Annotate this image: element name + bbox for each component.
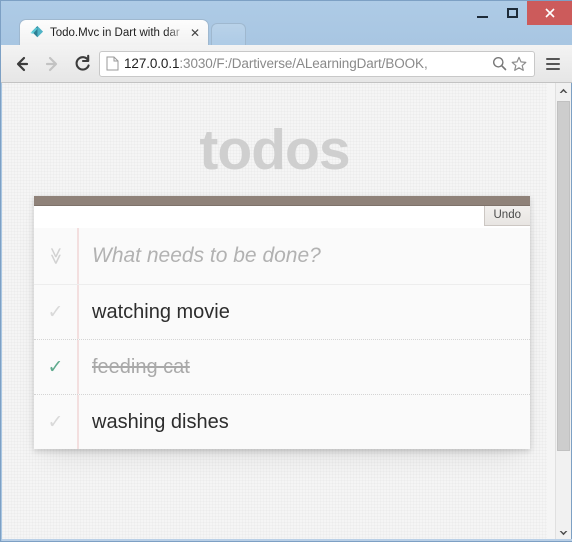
left-rule (77, 228, 79, 284)
browser-menu-button[interactable] (539, 50, 567, 78)
maximize-icon (506, 8, 518, 18)
accent-top-bar (34, 196, 530, 206)
tab-close-icon[interactable]: ✕ (188, 26, 202, 40)
left-rule (77, 285, 79, 339)
todo-checkbox-icon[interactable]: ✓ (34, 285, 77, 339)
back-button[interactable] (7, 49, 37, 79)
toggle-all-icon[interactable]: ≫ (28, 235, 84, 278)
todo-list: ✓ watching movie ✓ feeding cat ✓ washing… (34, 285, 530, 449)
page-scrollbar[interactable] (555, 83, 571, 541)
dart-favicon-icon (30, 25, 44, 38)
url-path: :3030/F:/Dartiverse/ALearningDart/BOOK, (179, 56, 428, 71)
hamburger-line (546, 57, 560, 60)
page-viewport: todos Undo ≫ What needs to be done? ✓ wa… (2, 83, 557, 541)
search-icon[interactable] (489, 54, 509, 74)
todo-label[interactable]: feeding cat (92, 340, 518, 394)
hamburger-line (546, 62, 560, 65)
table-row[interactable]: ✓ watching movie (34, 285, 530, 340)
tab-title: Todo.Mvc in Dart with dar (50, 26, 180, 39)
magnifier-icon (492, 57, 506, 71)
star-icon (511, 56, 527, 71)
page-title: todos (199, 118, 350, 182)
browser-window: Todo.Mvc in Dart with dar ✕ 127.0.0.1:30… (0, 0, 572, 542)
reload-button[interactable] (67, 49, 97, 79)
browser-tab[interactable]: Todo.Mvc in Dart with dar ✕ (19, 19, 209, 45)
caret-down-icon (559, 531, 568, 536)
left-rule (77, 395, 79, 449)
minimize-icon (476, 15, 488, 18)
todo-checkbox-icon[interactable]: ✓ (34, 395, 77, 449)
table-row[interactable]: ✓ washing dishes (34, 395, 530, 449)
new-tab-button[interactable] (211, 23, 246, 45)
scrollbar-thumb[interactable] (557, 101, 570, 451)
caret-up-icon (559, 88, 568, 93)
title-bar: Todo.Mvc in Dart with dar ✕ (1, 1, 572, 45)
todo-label[interactable]: washing dishes (92, 395, 518, 449)
browser-toolbar: 127.0.0.1:3030/F:/Dartiverse/ALearningDa… (1, 45, 572, 83)
page-document-icon (106, 56, 119, 71)
url-host: 127.0.0.1 (124, 56, 180, 71)
left-rule (77, 340, 79, 394)
window-bottom-edge (2, 539, 572, 541)
page-background: todos Undo ≫ What needs to be done? ✓ wa… (2, 83, 547, 541)
todo-checkbox-icon[interactable]: ✓ (34, 340, 77, 394)
bookmark-star-button[interactable] (509, 54, 529, 74)
back-arrow-icon (16, 56, 29, 71)
scroll-up-arrow-icon[interactable] (556, 83, 571, 99)
table-row[interactable]: ✓ feeding cat (34, 340, 530, 395)
new-todo-input[interactable]: What needs to be done? (92, 228, 520, 284)
todo-label[interactable]: watching movie (92, 285, 518, 339)
undo-row: Undo (34, 206, 530, 228)
forward-button[interactable] (37, 49, 67, 79)
tab-strip: Todo.Mvc in Dart with dar ✕ (1, 19, 572, 45)
forward-arrow-icon (45, 56, 58, 71)
close-icon (545, 8, 555, 18)
todo-app-panel: Undo ≫ What needs to be done? ✓ watching… (34, 196, 530, 449)
address-bar[interactable]: 127.0.0.1:3030/F:/Dartiverse/ALearningDa… (99, 50, 535, 77)
reload-icon (75, 54, 90, 71)
url-text: 127.0.0.1:3030/F:/Dartiverse/ALearningDa… (124, 56, 489, 71)
undo-button[interactable]: Undo (483, 206, 530, 226)
new-todo-row: ≫ What needs to be done? (34, 228, 530, 285)
hamburger-line (546, 67, 560, 70)
